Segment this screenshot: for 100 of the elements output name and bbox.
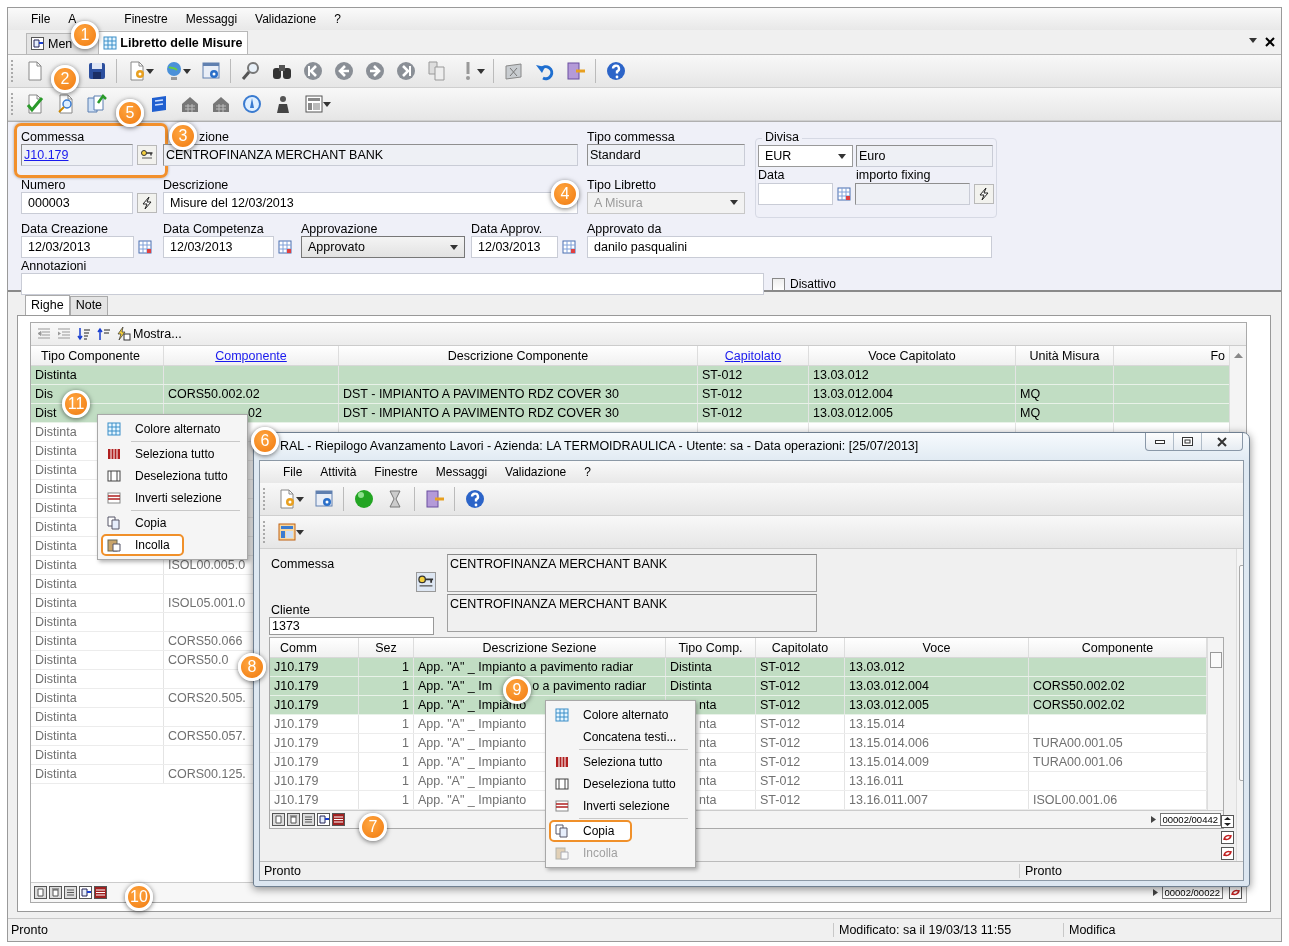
menu-item[interactable]: ? [575, 465, 600, 479]
text-area[interactable]: CENTROFINANZA MERCHANT BANK [447, 594, 817, 632]
input-field[interactable]: Euro [856, 145, 993, 167]
caret-icon[interactable] [450, 244, 458, 250]
trash-icon[interactable] [49, 885, 63, 900]
sort-descending-icon[interactable] [77, 327, 91, 341]
dropdown[interactable]: EUR [758, 145, 853, 167]
list-icon[interactable] [302, 812, 316, 827]
menu-item[interactable]: Attività [311, 465, 366, 479]
layout-icon[interactable] [275, 521, 298, 543]
lookup-button[interactable] [416, 572, 436, 592]
text-area[interactable]: CENTROFINANZA MERCHANT BANK [447, 554, 817, 592]
calendar-icon[interactable] [278, 240, 292, 254]
input-field[interactable]: J10.179 [21, 144, 133, 166]
menu-item[interactable]: Inverti selezione [101, 487, 244, 509]
gear-window-icon[interactable] [312, 488, 335, 510]
last-icon[interactable] [394, 60, 417, 82]
column-header[interactable]: Tipo Componente [41, 348, 140, 363]
column-header[interactable]: Tipo Comp. [678, 640, 743, 655]
menu-item[interactable]: Concatena testi... [549, 726, 692, 748]
refresh-icon[interactable] [1221, 831, 1235, 845]
up-down-arrows-icon[interactable] [1221, 815, 1235, 829]
export-icon[interactable] [317, 812, 331, 827]
input-field[interactable]: 12/03/2013 [471, 236, 558, 258]
input-field[interactable]: 12/03/2013 [163, 236, 274, 258]
column-header[interactable]: Componente [1081, 640, 1154, 655]
previous-icon[interactable] [332, 60, 355, 82]
sort-ascending-icon[interactable] [97, 327, 111, 341]
exit-door-icon[interactable] [423, 488, 446, 510]
scrollbar[interactable] [1236, 549, 1243, 861]
column-header[interactable]: Voce Capitolato [868, 348, 956, 363]
menu-item[interactable]: Inverti selezione [549, 795, 692, 817]
next-icon[interactable] [363, 60, 386, 82]
menu-item[interactable]: File [22, 12, 60, 26]
menu-item[interactable]: File [274, 465, 312, 479]
input-field[interactable]: 000003 [21, 191, 133, 214]
menu-item[interactable]: Validazione [246, 12, 326, 26]
column-header[interactable]: Capitolato [771, 640, 829, 655]
pager-arrow-icon[interactable] [1150, 816, 1156, 823]
input-field[interactable] [758, 183, 833, 205]
refresh-icon[interactable] [1221, 847, 1235, 861]
calendar-icon[interactable] [562, 240, 576, 254]
delete-icon[interactable] [502, 60, 525, 82]
column-header[interactable]: Componente [215, 348, 287, 363]
generate-button[interactable] [974, 184, 994, 204]
help-icon[interactable] [463, 488, 486, 510]
column-header[interactable]: Capitolato [724, 348, 782, 363]
compass-icon[interactable] [240, 93, 263, 115]
column-header[interactable]: Sez [375, 640, 397, 655]
menu-item[interactable]: Incolla [101, 534, 184, 556]
caret-icon[interactable] [838, 153, 846, 159]
column-header[interactable]: Fo [1210, 348, 1225, 363]
document-arrow-icon[interactable] [85, 93, 108, 115]
menu-item[interactable]: Deseleziona tutto [101, 465, 244, 487]
checkbox[interactable] [772, 277, 785, 291]
tab[interactable]: Righe [25, 295, 70, 315]
page-icon[interactable] [272, 812, 286, 827]
caret-icon[interactable] [183, 68, 191, 74]
caret-icon[interactable] [1249, 38, 1257, 43]
calendar-icon[interactable] [836, 187, 851, 201]
scrollbar[interactable] [1207, 638, 1223, 810]
caret-icon[interactable] [296, 496, 304, 502]
column-header[interactable]: Comm [280, 640, 317, 655]
menu-item[interactable]: Validazione [496, 465, 576, 479]
menu-item[interactable]: Messaggi [426, 465, 497, 479]
input-field[interactable]: Standard [587, 144, 745, 166]
help-icon[interactable] [604, 60, 627, 82]
column-header[interactable]: Descrizione Sezione [482, 640, 597, 655]
document-tab[interactable]: Libretto delle Misure [98, 31, 248, 54]
menu-item[interactable]: Copia [549, 820, 632, 842]
dropdown[interactable]: Approvato [301, 236, 465, 258]
input-field[interactable]: CENTROFINANZA MERCHANT BANK [163, 144, 578, 166]
column-header[interactable]: Unità Misura [1029, 348, 1100, 363]
menu-item[interactable]: Messaggi [176, 12, 247, 26]
menu-item[interactable]: Seleziona tutto [101, 443, 244, 465]
column-header[interactable]: Descrizione Componente [447, 348, 589, 363]
first-icon[interactable] [301, 60, 324, 82]
search-icon[interactable] [239, 60, 262, 82]
menu-item[interactable]: Seleziona tutto [549, 751, 692, 773]
caret-icon[interactable] [477, 68, 485, 74]
calendar-icon[interactable] [138, 240, 152, 254]
menu-item[interactable]: Colore alternato [101, 418, 244, 440]
input-field[interactable] [21, 273, 764, 295]
stack-icon[interactable] [332, 812, 346, 827]
input-field[interactable]: danilo pasqualini [587, 236, 992, 258]
column-header[interactable]: Voce [922, 640, 951, 655]
show-button[interactable]: Mostra... [117, 327, 182, 341]
caret-icon[interactable] [296, 529, 304, 535]
menu-item[interactable]: Colore alternato [549, 704, 692, 726]
trash-icon[interactable] [287, 812, 301, 827]
scroll-up-icon[interactable] [1233, 352, 1243, 358]
caret-icon[interactable] [146, 68, 154, 74]
input-field[interactable]: 1373 [269, 617, 434, 635]
close-icon[interactable] [1265, 37, 1275, 47]
ball-icon[interactable] [352, 488, 375, 510]
list-icon[interactable] [64, 885, 78, 900]
menu-item[interactable]: Deseleziona tutto [549, 773, 692, 795]
lookup-button[interactable] [137, 145, 157, 165]
gear-window-icon[interactable] [199, 60, 222, 82]
menu-item[interactable]: Copia [101, 512, 244, 534]
